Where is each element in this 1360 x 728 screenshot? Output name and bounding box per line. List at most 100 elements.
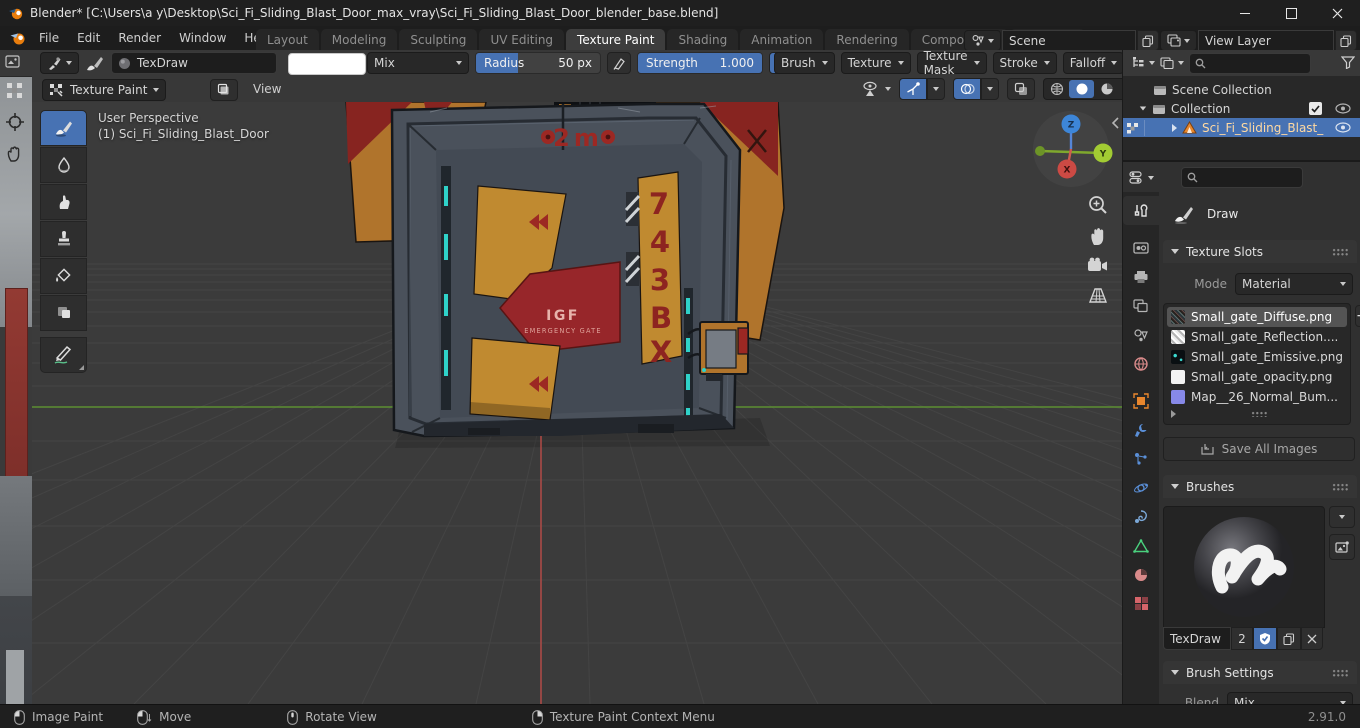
menu-file[interactable]: File xyxy=(30,26,68,50)
popover-stroke[interactable]: Stroke xyxy=(992,52,1057,74)
strength-slider[interactable]: Strength 1.000 xyxy=(637,52,763,74)
popover-brush[interactable]: Brush xyxy=(774,52,835,74)
tab-world[interactable] xyxy=(1123,349,1159,378)
mode-dropdown[interactable]: Material xyxy=(1235,273,1353,295)
xray-toggle[interactable] xyxy=(1007,78,1035,100)
cursor-icon[interactable] xyxy=(5,112,25,132)
texture-slot-item[interactable]: Small_gate_Emissive.png xyxy=(1167,347,1347,367)
tab-sculpting[interactable]: Sculpting xyxy=(399,29,478,50)
outliner-row-object-selected[interactable]: Sci_Fi_Sliding_Blast_ xyxy=(1123,118,1360,137)
texture-slot-item[interactable]: Small_gate_Diffuse.png xyxy=(1167,307,1347,327)
popover-texture[interactable]: Texture xyxy=(840,52,911,74)
tool-soften[interactable] xyxy=(40,147,87,183)
brush-settings-panel-header[interactable]: Brush Settings xyxy=(1163,661,1357,684)
brush-datablock-field[interactable]: TexDraw xyxy=(111,52,277,74)
collection-checkbox[interactable] xyxy=(1309,102,1322,115)
camera-view-icon[interactable] xyxy=(1086,256,1110,276)
list-resize-grip[interactable] xyxy=(1250,411,1268,417)
brush-browse-dropdown[interactable] xyxy=(1329,506,1355,528)
expand-arrow-icon[interactable] xyxy=(1172,123,1177,132)
radius-pressure-button[interactable] xyxy=(607,52,631,74)
texture-slot-item[interactable]: Small_gate_opacity.png xyxy=(1167,367,1347,387)
tool-mask[interactable] xyxy=(40,295,87,331)
tool-clone[interactable] xyxy=(40,221,87,257)
tab-physics[interactable] xyxy=(1123,473,1159,502)
hand-icon[interactable] xyxy=(5,144,25,164)
tab-modeling[interactable]: Modeling xyxy=(320,29,398,50)
falloff-shape-button[interactable] xyxy=(210,79,238,101)
save-all-images-button[interactable]: Save All Images xyxy=(1163,437,1355,461)
outliner-search-input[interactable] xyxy=(1189,52,1311,74)
tab-object[interactable] xyxy=(1123,386,1159,415)
tab-uv-editing[interactable]: UV Editing xyxy=(479,29,565,50)
blend-mode-dropdown[interactable]: Mix xyxy=(367,52,469,74)
hide-eye-icon[interactable] xyxy=(1335,103,1351,114)
brush-users-count[interactable]: 2 xyxy=(1231,627,1253,650)
view-layer-name-field[interactable]: View Layer xyxy=(1198,30,1334,51)
scene-new-button[interactable] xyxy=(1137,30,1159,51)
overlays-dropdown[interactable] xyxy=(981,78,999,100)
tab-layout[interactable]: Layout xyxy=(256,29,319,50)
grid-icon[interactable] xyxy=(6,82,24,100)
outliner-row-scene-collection[interactable]: Scene Collection xyxy=(1123,80,1360,99)
show-overlays-toggle[interactable] xyxy=(953,78,981,100)
panel-grip[interactable] xyxy=(1332,247,1349,256)
tab-shading[interactable]: Shading xyxy=(667,29,739,50)
tool-draw[interactable] xyxy=(40,110,87,146)
scene-name-field[interactable]: Scene xyxy=(1002,30,1136,51)
blender-menu-logo-icon[interactable] xyxy=(10,30,27,46)
tab-rendering[interactable]: Rendering xyxy=(825,29,909,50)
texture-slots-panel-header[interactable]: Texture Slots xyxy=(1163,240,1357,263)
view-layer-browse-button[interactable] xyxy=(1160,30,1197,51)
active-tool-dropdown[interactable] xyxy=(40,52,79,74)
tab-material[interactable] xyxy=(1123,560,1159,589)
tab-scene[interactable] xyxy=(1123,320,1159,349)
list-expand-icon[interactable] xyxy=(1171,410,1176,418)
shading-solid-button[interactable] xyxy=(1069,80,1094,98)
tool-fill[interactable] xyxy=(40,258,87,294)
brush-icon[interactable] xyxy=(85,54,105,72)
expand-arrow-icon[interactable] xyxy=(1139,106,1147,111)
panel-grip[interactable] xyxy=(1332,482,1349,491)
tool-annotate[interactable] xyxy=(40,337,87,373)
tab-view-layer[interactable] xyxy=(1123,291,1159,320)
tab-object-data[interactable] xyxy=(1123,531,1159,560)
properties-editor-type-dropdown[interactable] xyxy=(1129,170,1154,185)
properties-search-input[interactable] xyxy=(1181,167,1303,188)
texture-slot-item[interactable]: Map__26_Normal_Bum... xyxy=(1167,387,1347,407)
panel-grip[interactable] xyxy=(1332,668,1349,677)
duplicate-brush-button[interactable] xyxy=(1277,627,1301,650)
brushes-panel-header[interactable]: Brushes xyxy=(1163,475,1357,498)
close-button[interactable] xyxy=(1314,0,1360,26)
brush-name-field[interactable]: TexDraw xyxy=(1163,627,1231,650)
shading-material-button[interactable] xyxy=(1094,80,1119,98)
brush-color-swatch[interactable] xyxy=(288,53,366,75)
tool-smear[interactable] xyxy=(40,184,87,220)
show-gizmo-toggle[interactable] xyxy=(899,78,927,100)
gizmo-dropdown[interactable] xyxy=(927,78,945,100)
maximize-button[interactable] xyxy=(1268,0,1314,26)
visibility-dropdown[interactable] xyxy=(862,81,891,97)
outliner-filter-button[interactable] xyxy=(1340,56,1356,72)
texture-slot-item[interactable]: Small_gate_Reflection.... xyxy=(1167,327,1347,347)
new-brush-image-button[interactable] xyxy=(1329,534,1355,560)
brush-preview[interactable] xyxy=(1163,506,1325,628)
menu-render[interactable]: Render xyxy=(109,26,170,50)
zoom-icon[interactable] xyxy=(1087,194,1109,216)
hide-eye-icon[interactable] xyxy=(1335,122,1351,133)
tab-animation[interactable]: Animation xyxy=(740,29,824,50)
menu-window[interactable]: Window xyxy=(170,26,235,50)
minimize-button[interactable] xyxy=(1222,0,1268,26)
scene-browse-button[interactable] xyxy=(964,30,1001,51)
tab-particles[interactable] xyxy=(1123,444,1159,473)
editor-type-icon[interactable] xyxy=(5,54,25,72)
tab-tool[interactable] xyxy=(1123,196,1159,225)
tab-constraints[interactable] xyxy=(1123,502,1159,531)
tab-texture-paint[interactable]: Texture Paint xyxy=(566,29,666,50)
tab-output[interactable] xyxy=(1123,262,1159,291)
pan-hand-icon[interactable] xyxy=(1087,225,1109,247)
view-menu[interactable]: View xyxy=(244,77,290,101)
outliner-row-collection[interactable]: Collection xyxy=(1123,99,1360,118)
navigation-gizmo[interactable]: Z Y X xyxy=(1033,111,1113,187)
viewport-3d[interactable]: IGF EMERGENCY GATE 7 4 3 B X 2m Z Y X Us… xyxy=(32,102,1122,704)
